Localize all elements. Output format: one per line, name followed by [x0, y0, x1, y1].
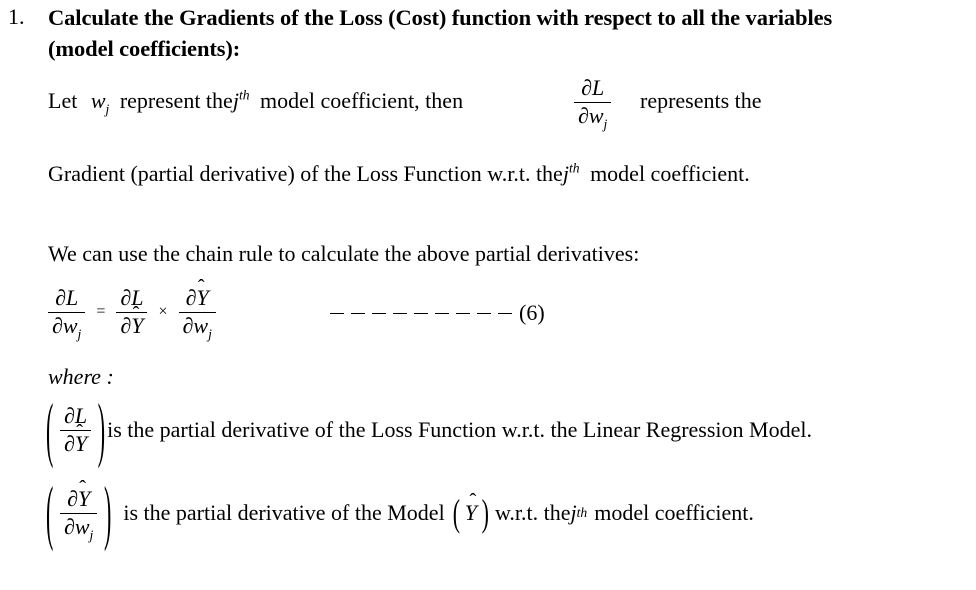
paragraph-let-wj-tail: represents the [640, 87, 762, 115]
equation-term-1-fraction: ∂L ∂Y ˆ [116, 285, 148, 338]
paragraph-chain-rule-intro: We can use the chain rule to calculate t… [48, 240, 639, 268]
model-symbol-parenthesis: Yˆ [452, 489, 490, 526]
list-marker: 1. [8, 4, 25, 29]
multiplication-sign: × [158, 303, 168, 321]
fraction-dL-dwj-inline: ∂L ∂wj [574, 75, 612, 132]
term2-numerator: ∂Y ˆ [185, 275, 209, 310]
big-parenthesis-group: ∂Yˆ ∂wj [44, 476, 113, 543]
where-item-2: ∂Yˆ ∂wj is the partial derivative of the… [44, 476, 754, 543]
ordinal-suffix: th [568, 160, 580, 176]
equation-lhs-fraction: ∂L ∂wj [48, 285, 86, 342]
fraction-denominator: ∂wj [578, 102, 608, 132]
where-2-description-b: w.r.t. the [494, 500, 571, 526]
where-1-denominator: ∂Y ˆ [64, 421, 88, 456]
where-2-denominator: ∂wj [64, 513, 94, 543]
heading-line-1: Calculate the Gradients of the Loss (Cos… [48, 5, 833, 30]
lhs-numerator: ∂L [55, 285, 79, 310]
model-symbol: Yˆ [464, 489, 477, 526]
where-2-numerator: ∂Yˆ [67, 476, 91, 511]
gradient-text-a: Gradient (partial derivative) of the Los… [48, 161, 563, 186]
document-page: 1. Calculate the Gradients of the Loss (… [0, 0, 976, 590]
variable-w: w [90, 88, 106, 113]
equals-sign: = [96, 303, 106, 321]
big-parenthesis-group: ∂L ∂Yˆ [44, 403, 107, 456]
after-fraction-text: represents the [640, 88, 762, 113]
where-2-description-c: model coefficient. [594, 500, 754, 526]
term1-denominator: ∂Y ˆ [120, 303, 144, 338]
term2-denominator: ∂wj [182, 312, 212, 342]
lhs-denominator: ∂wj [52, 312, 82, 342]
equation-6: ∂L ∂wj = ∂L ∂Y ˆ × ∂Y ˆ ∂wj [48, 275, 216, 342]
let-text: Let [48, 88, 78, 113]
where-2-description-a: is the partial derivative of the Model [123, 500, 445, 526]
where-2-fraction: ∂Yˆ ∂wj [60, 476, 98, 543]
where-1-fraction: ∂L ∂Yˆ [60, 403, 92, 456]
fraction-numerator: ∂L [581, 75, 605, 100]
chain-rule-text: We can use the chain rule to calculate t… [48, 241, 640, 266]
where-item-1: ∂L ∂Yˆ is the partial derivative of the … [44, 403, 812, 456]
ordinal-suffix: th [238, 87, 250, 103]
equation-number: (6) [519, 300, 545, 325]
equation-term-2-fraction: ∂Y ˆ ∂wj [178, 275, 216, 342]
ordinal-base: j [570, 500, 577, 526]
paragraph-let-wj: Let wj represent thejth model coefficien… [48, 87, 464, 117]
variable-w-subscript: j [105, 101, 110, 117]
equation-6-tag: (6) [330, 300, 545, 326]
heading-line-2: (model coefficients): [48, 36, 241, 61]
where-1-description: is the partial derivative of the Loss Fu… [107, 417, 812, 443]
mid-text-a: represent the [119, 88, 233, 113]
paragraph-gradient-definition: Gradient (partial derivative) of the Los… [48, 160, 750, 188]
page-title: Calculate the Gradients of the Loss (Cos… [48, 2, 970, 64]
gradient-text-b: model coefficient. [590, 161, 750, 186]
dashed-leader [330, 312, 512, 314]
mid-text-b: model coefficient, then [260, 88, 464, 113]
